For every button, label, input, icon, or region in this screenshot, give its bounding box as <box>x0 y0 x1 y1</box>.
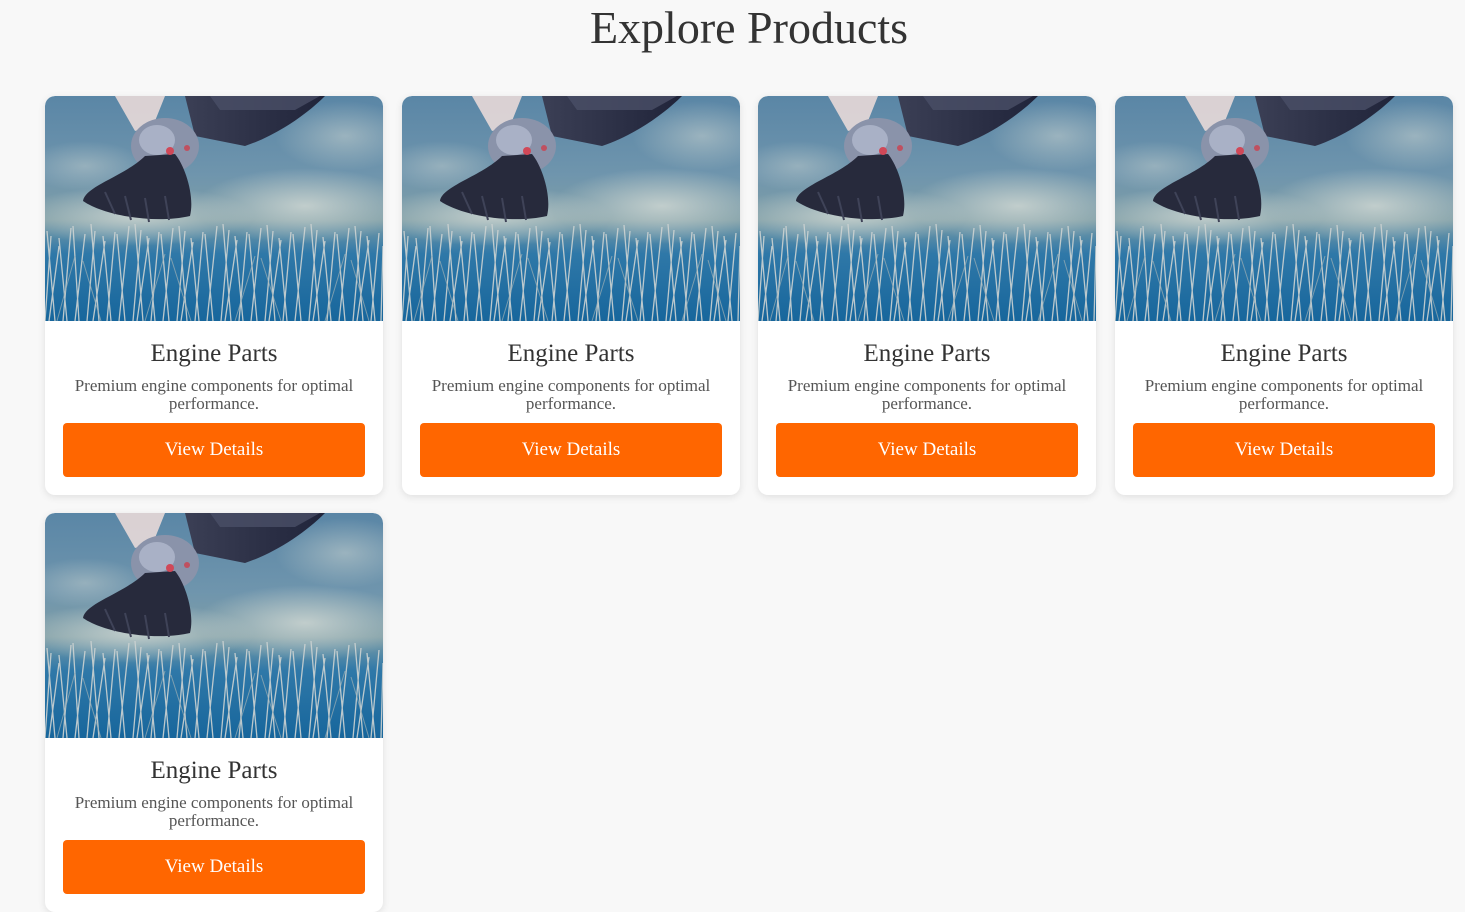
view-details-button[interactable]: View Details <box>63 423 365 477</box>
pigeon-image <box>758 96 1096 321</box>
view-details-button[interactable]: View Details <box>63 840 365 894</box>
product-card-body: Engine Parts Premium engine components f… <box>45 321 383 495</box>
view-details-button[interactable]: View Details <box>1133 423 1435 477</box>
product-card-body: Engine Parts Premium engine components f… <box>402 321 740 495</box>
product-card: Engine Parts Premium engine components f… <box>45 96 383 495</box>
product-image <box>45 96 383 321</box>
view-details-button[interactable]: View Details <box>776 423 1078 477</box>
product-description: Premium engine components for optimal pe… <box>431 376 711 413</box>
product-image <box>1115 96 1453 321</box>
product-card-body: Engine Parts Premium engine components f… <box>45 738 383 912</box>
product-title: Engine Parts <box>507 340 635 367</box>
product-title: Engine Parts <box>150 340 278 367</box>
view-details-button[interactable]: View Details <box>420 423 722 477</box>
product-card: Engine Parts Premium engine components f… <box>758 96 1096 495</box>
pigeon-image <box>45 513 383 738</box>
product-title: Engine Parts <box>863 340 991 367</box>
product-description: Premium engine components for optimal pe… <box>787 376 1067 413</box>
product-title: Engine Parts <box>1220 340 1348 367</box>
product-description: Premium engine components for optimal pe… <box>74 376 354 413</box>
product-title: Engine Parts <box>150 757 278 784</box>
pigeon-image <box>402 96 740 321</box>
product-description: Premium engine components for optimal pe… <box>1144 376 1424 413</box>
product-description: Premium engine components for optimal pe… <box>74 793 354 830</box>
page-title: Explore Products <box>589 2 909 53</box>
product-card: Engine Parts Premium engine components f… <box>45 513 383 912</box>
product-card: Engine Parts Premium engine components f… <box>402 96 740 495</box>
product-image <box>45 513 383 738</box>
product-card: Engine Parts Premium engine components f… <box>1115 96 1453 495</box>
product-image <box>758 96 1096 321</box>
product-card-body: Engine Parts Premium engine components f… <box>758 321 1096 495</box>
pigeon-image <box>1115 96 1453 321</box>
product-image <box>402 96 740 321</box>
pigeon-image <box>45 96 383 321</box>
product-card-body: Engine Parts Premium engine components f… <box>1115 321 1453 495</box>
